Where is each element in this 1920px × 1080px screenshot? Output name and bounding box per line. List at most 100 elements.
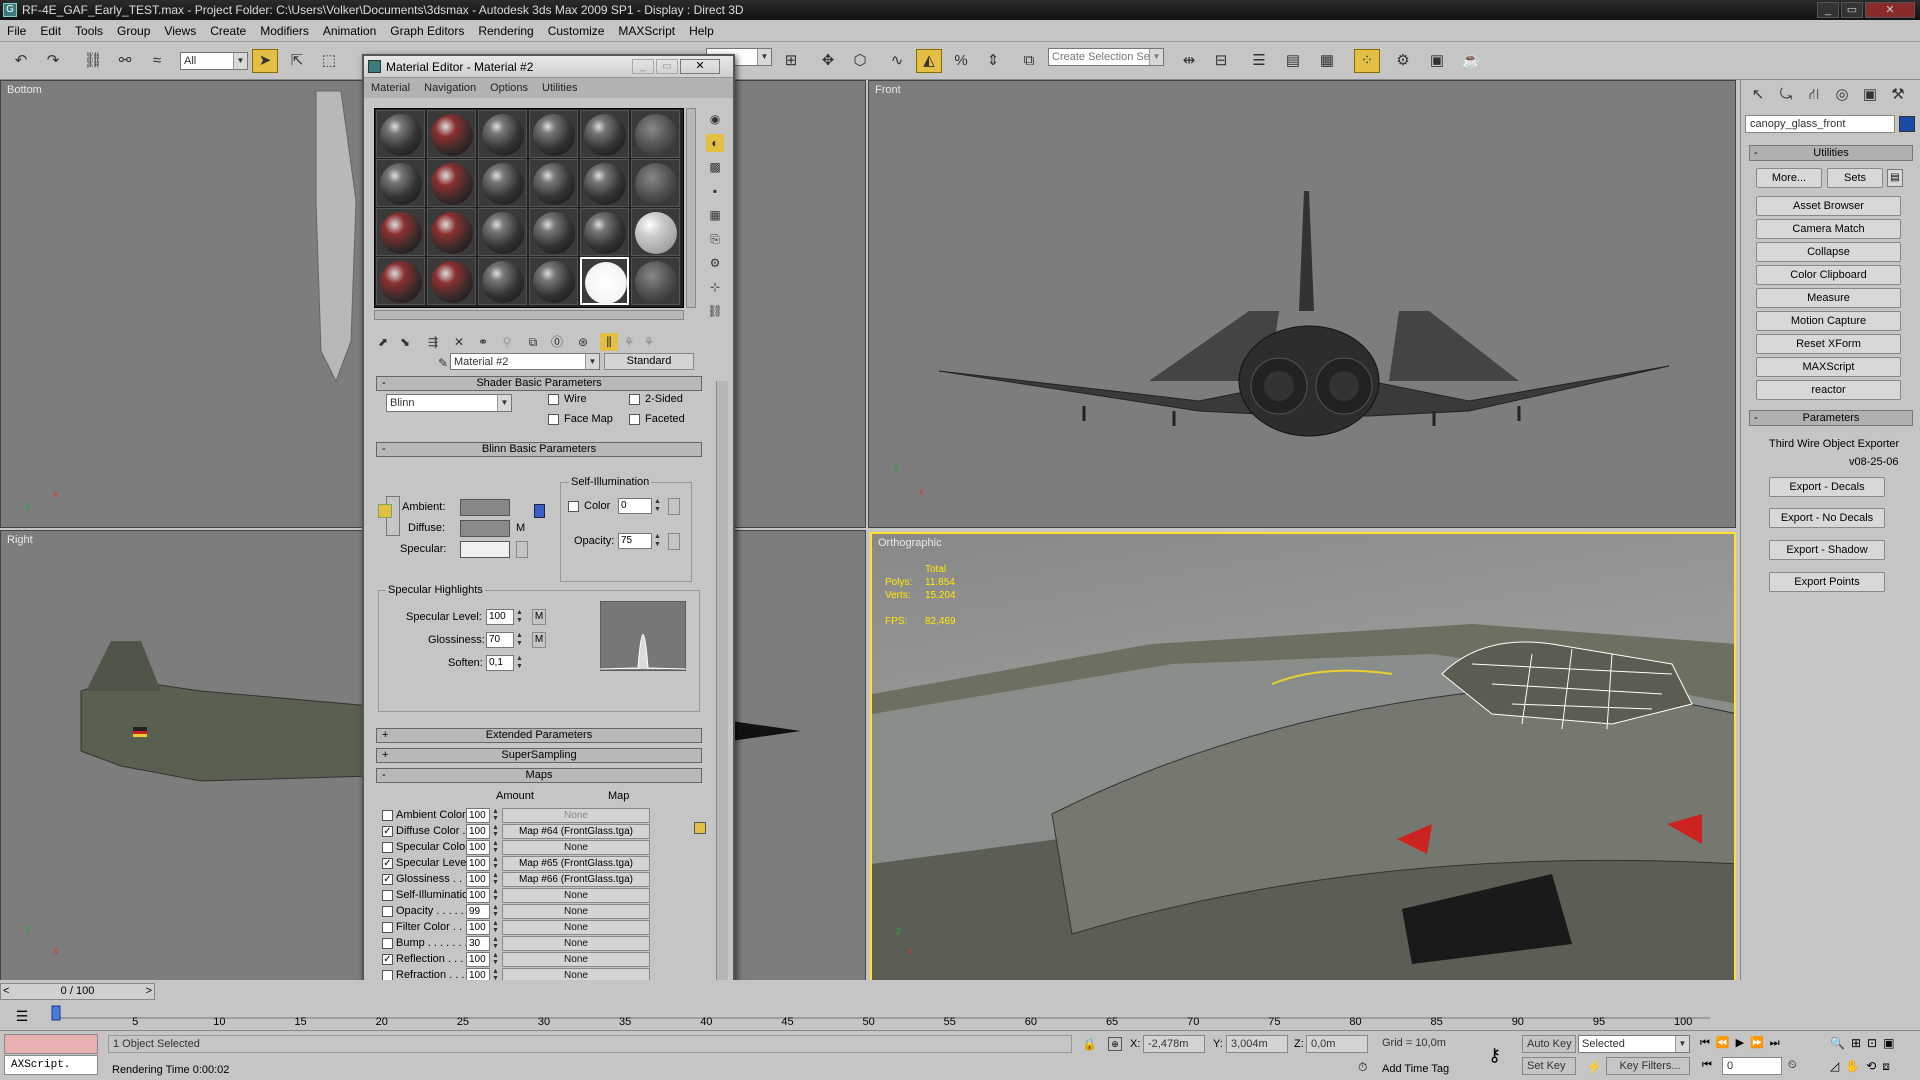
utility-button-asset-browser[interactable]: Asset Browser <box>1756 196 1901 216</box>
export-points-button[interactable]: Export Points <box>1769 572 1885 592</box>
spinner-arrows-icon[interactable]: ▲▼ <box>653 498 662 514</box>
shader-type-dropdown[interactable]: Blinn ▼ <box>386 394 512 412</box>
quick-render-icon[interactable]: ☕ <box>1458 49 1484 73</box>
select-by-name-icon[interactable]: ⇱ <box>284 49 310 73</box>
coord-y-field[interactable]: 3,004m <box>1226 1035 1288 1053</box>
go-forward-sibling-icon[interactable]: ⚘ <box>620 333 638 351</box>
me-menu-material[interactable]: Material <box>364 82 417 94</box>
map-enable-checkbox[interactable]: ✓ <box>382 858 393 869</box>
zoom-extents-all-icon[interactable]: ▣ <box>1883 1036 1900 1050</box>
material-effects-channel-icon[interactable]: ⧉ <box>524 333 542 351</box>
material-editor-scrollbar[interactable] <box>716 381 728 1016</box>
map-slot-button[interactable]: None <box>502 936 650 951</box>
sample-slot-active[interactable] <box>580 257 629 305</box>
utility-button-reactor[interactable]: reactor <box>1756 380 1901 400</box>
show-map-in-viewport-icon[interactable]: ⓪ <box>548 333 566 351</box>
map-amount-spinner[interactable]: 100 <box>466 856 490 871</box>
previous-frame-icon[interactable]: ⏪ <box>1716 1037 1736 1049</box>
menu-customize[interactable]: Customize <box>541 24 612 38</box>
sample-slot[interactable] <box>376 159 425 207</box>
export-no-decals-button[interactable]: Export - No Decals <box>1769 508 1885 528</box>
menu-group[interactable]: Group <box>110 24 157 38</box>
me-menu-navigation[interactable]: Navigation <box>417 82 483 94</box>
pan-view-icon[interactable]: ✋ <box>1845 1059 1866 1073</box>
menu-create[interactable]: Create <box>203 24 253 38</box>
spinner-arrows-icon[interactable]: ▲▼ <box>653 533 662 549</box>
hierarchy-tab-icon[interactable]: ⛙ <box>1801 83 1827 107</box>
close-button[interactable]: ✕ <box>680 59 720 74</box>
shader-params-rollout-header[interactable]: - Shader Basic Parameters <box>376 376 702 391</box>
close-button[interactable]: ✕ <box>1865 2 1915 18</box>
sample-slot[interactable] <box>580 159 629 207</box>
map-enable-checkbox[interactable] <box>382 922 393 933</box>
material-name-dropdown[interactable]: Material #2 ▼ <box>450 353 600 370</box>
self-illum-amount-spinner[interactable]: 0 <box>618 498 652 514</box>
diffuse-map-button[interactable]: M <box>516 522 525 534</box>
map-amount-spinner[interactable]: 30 <box>466 936 490 951</box>
map-amount-spinner[interactable]: 99 <box>466 904 490 919</box>
percent-snap-icon[interactable]: % <box>948 49 974 73</box>
curve-editor-icon[interactable]: ▤ <box>1280 49 1306 73</box>
options-icon[interactable]: ⚙ <box>706 254 724 272</box>
display-tab-icon[interactable]: ▣ <box>1857 83 1883 107</box>
map-amount-spinner[interactable]: 100 <box>466 840 490 855</box>
map-amount-spinner[interactable]: 100 <box>466 824 490 839</box>
faceted-checkbox[interactable] <box>629 414 640 425</box>
go-to-end-icon[interactable]: ⏭ <box>1770 1037 1786 1049</box>
utilities-rollout-header[interactable]: - Utilities <box>1749 145 1913 161</box>
motion-tab-icon[interactable]: ◎ <box>1829 83 1855 107</box>
map-slot-button[interactable]: None <box>502 952 650 967</box>
rendered-frame-window-icon[interactable]: ▣ <box>1424 49 1450 73</box>
maxscript-mini-input[interactable]: AXScript. <box>4 1055 98 1075</box>
render-setup-icon[interactable]: ⚙ <box>1390 49 1416 73</box>
face-map-checkbox[interactable] <box>548 414 559 425</box>
key-icon[interactable]: ⚷ <box>1488 1045 1501 1066</box>
utilities-tab-icon[interactable]: ⚒ <box>1885 83 1911 107</box>
map-amount-spinner[interactable]: 100 <box>466 808 490 823</box>
object-color-swatch[interactable] <box>1899 116 1915 132</box>
put-to-scene-icon[interactable]: ⬊ <box>396 333 414 351</box>
map-slot-button[interactable]: Map #65 (FrontGlass.tga) <box>502 856 650 871</box>
orbit-icon[interactable]: ⟲ <box>1866 1059 1882 1073</box>
maximize-viewport-icon[interactable]: ⧈ <box>1882 1059 1896 1073</box>
angle-snap-icon[interactable]: ◭ <box>916 49 942 73</box>
spinner-arrows-icon[interactable]: ▲▼ <box>491 840 500 855</box>
open-mini-curve-editor-icon[interactable]: ☰ <box>10 1008 34 1026</box>
sample-type-icon[interactable]: ◉ <box>706 110 724 128</box>
object-name-field[interactable]: canopy_glass_front <box>1745 115 1895 133</box>
utility-button-motion-capture[interactable]: Motion Capture <box>1756 311 1901 331</box>
sample-slot[interactable] <box>529 159 578 207</box>
slots-horizontal-scrollbar[interactable] <box>374 310 684 320</box>
minimize-button[interactable]: _ <box>1817 2 1839 18</box>
specular-color-swatch[interactable] <box>460 541 510 558</box>
selection-lock-icon[interactable]: 🔒 <box>1082 1037 1097 1051</box>
material-type-button[interactable]: Standard <box>604 353 694 370</box>
show-end-result-icon[interactable]: ⊛ <box>574 333 592 351</box>
map-amount-spinner[interactable]: 100 <box>466 888 490 903</box>
specular-level-map-button[interactable]: M <box>532 609 546 625</box>
menu-views[interactable]: Views <box>157 24 203 38</box>
map-enable-checkbox[interactable] <box>382 938 393 949</box>
minimize-button[interactable]: _ <box>632 59 654 74</box>
current-frame-field[interactable]: 0 <box>1722 1057 1782 1075</box>
keyboard-shortcut-icon[interactable]: ⬡ <box>847 49 873 73</box>
maximize-button[interactable]: ▭ <box>1841 2 1863 18</box>
rectangular-selection-icon[interactable]: ⬚ <box>316 49 342 73</box>
map-slot-button[interactable]: None <box>502 888 650 903</box>
create-tab-icon[interactable]: ↖ <box>1745 83 1771 107</box>
schematic-view-icon[interactable]: ▦ <box>1314 49 1340 73</box>
select-object-icon[interactable]: ➤ <box>252 49 278 73</box>
sample-slot[interactable] <box>478 159 527 207</box>
pivot-center-icon[interactable]: ⊞ <box>778 49 804 73</box>
map-slot-button[interactable]: None <box>502 808 650 823</box>
coord-z-field[interactable]: 0,0m <box>1306 1035 1368 1053</box>
spinner-arrows-icon[interactable]: ▲▼ <box>491 872 500 887</box>
maxscript-listener-mini[interactable] <box>4 1034 98 1054</box>
map-enable-checkbox[interactable]: ✓ <box>382 874 393 885</box>
auto-key-button[interactable]: Auto Key <box>1522 1035 1576 1053</box>
sample-slot[interactable] <box>478 110 527 158</box>
key-filters-button[interactable]: Key Filters... <box>1606 1057 1690 1075</box>
map-slot-button[interactable]: None <box>502 904 650 919</box>
spinner-arrows-icon[interactable]: ▲▼ <box>491 952 500 967</box>
selection-filter-dropdown[interactable]: All ▼ <box>180 52 248 70</box>
